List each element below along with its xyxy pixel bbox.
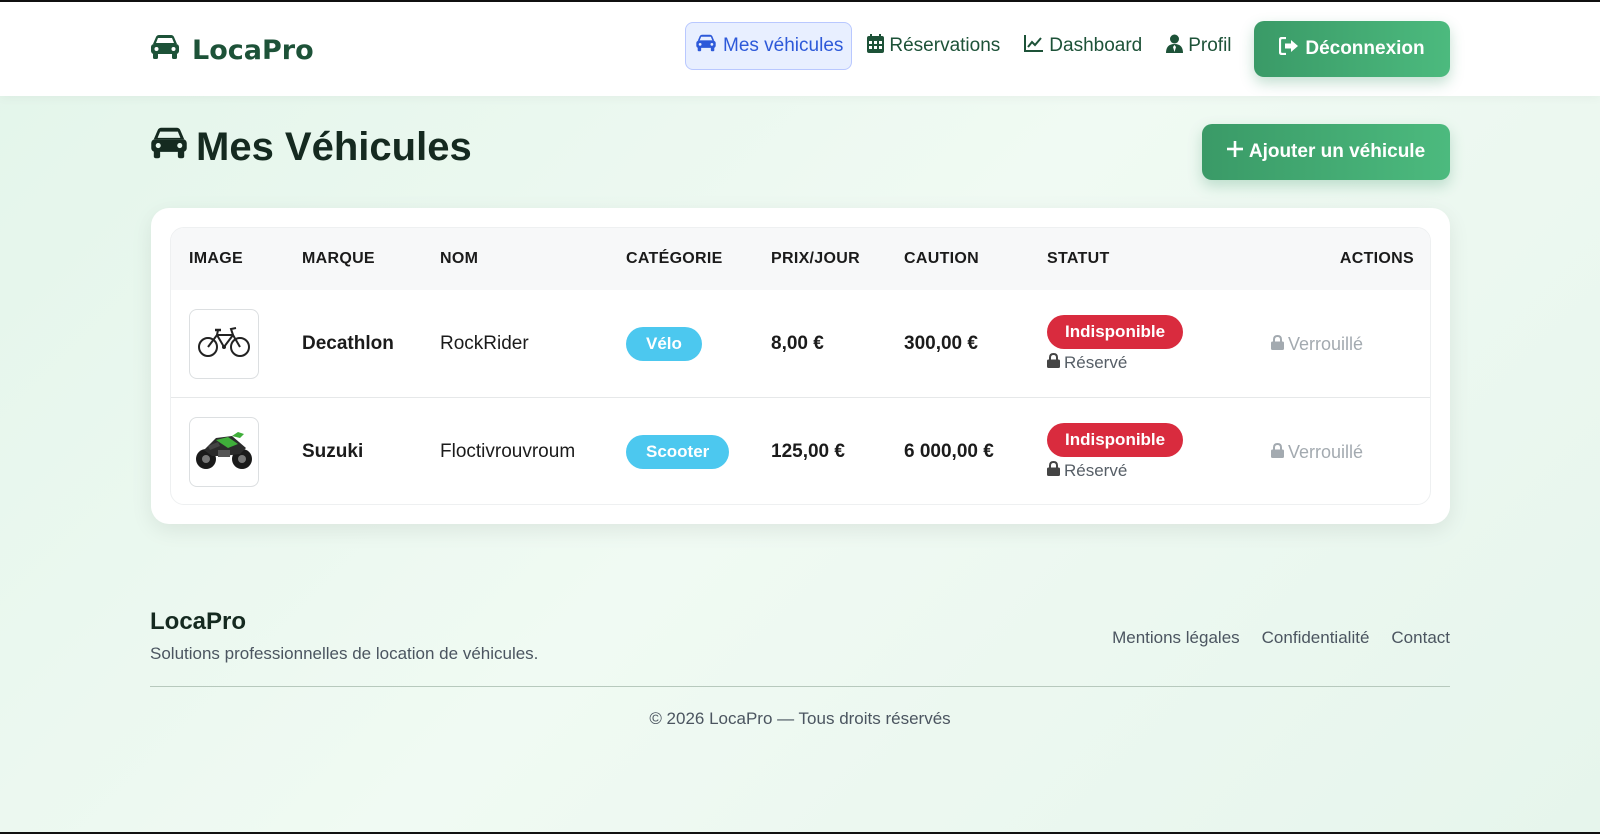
calendar-icon <box>867 33 885 59</box>
nav-item-label: Mes véhicules <box>723 35 844 56</box>
copyright: © 2026 LocaPro — Tous droits réservés <box>649 709 951 728</box>
bicycle-image <box>197 323 251 365</box>
nav-item-label: Dashboard <box>1049 35 1143 56</box>
vehicle-price: 8,00 € <box>771 333 824 354</box>
column-header-category: CATÉGORIE <box>626 250 723 267</box>
column-header-actions: ACTIONS <box>1339 250 1414 267</box>
brand-name: LocaPro <box>192 34 314 66</box>
column-header-image: IMAGE <box>189 250 243 267</box>
vehicles-table: IMAGE MARQUE NOM CATÉGORIE PRIX/JOUR CAU… <box>170 227 1431 505</box>
page-title-text: Mes Véhicules <box>196 124 472 169</box>
car-icon <box>150 34 180 67</box>
reserved-label: Réservé <box>1064 353 1128 372</box>
column-header-name: NOM <box>440 250 479 267</box>
lock-icon <box>1271 442 1284 463</box>
nav-item-label: Profil <box>1188 35 1232 56</box>
nav-item-profile[interactable]: Profil <box>1157 22 1240 70</box>
footer-links: Mentions légales Confidentialité Contact <box>1112 628 1450 648</box>
column-header-price: PRIX/JOUR <box>771 250 860 267</box>
add-vehicle-button[interactable]: Ajouter un véhicule <box>1202 124 1450 180</box>
vehicle-price: 125,00 € <box>771 441 845 462</box>
footer-link-legal[interactable]: Mentions légales <box>1112 628 1240 648</box>
car-icon <box>694 34 718 58</box>
locked-label: Verrouillé <box>1288 441 1364 462</box>
vehicle-brand: Decathlon <box>302 333 394 354</box>
page-title: Mes Véhicules <box>150 122 472 172</box>
car-icon <box>150 125 188 170</box>
navbar: LocaPro Mes véhicules Réservations Dashb… <box>0 2 1600 96</box>
locked-label: Verrouillé <box>1288 333 1364 354</box>
nav-item-reservations[interactable]: Réservations <box>858 22 1009 70</box>
nav-item-vehicles[interactable]: Mes véhicules <box>685 22 853 70</box>
vehicle-deposit: 300,00 € <box>904 333 978 354</box>
category-badge: Vélo <box>626 327 702 361</box>
locked-action[interactable]: Verrouillé <box>1271 334 1363 355</box>
lock-icon <box>1047 352 1060 373</box>
footer-link-privacy[interactable]: Confidentialité <box>1262 628 1370 648</box>
locked-action[interactable]: Verrouillé <box>1271 442 1363 463</box>
user-icon <box>1166 34 1184 59</box>
table-row: Suzuki Floctivrouvroum Scooter 125,00 € … <box>171 398 1430 504</box>
column-header-brand: MARQUE <box>302 250 375 267</box>
nav-item-label: Réservations <box>889 35 1001 56</box>
footer-link-contact[interactable]: Contact <box>1391 628 1450 648</box>
footer-brand: LocaPro <box>150 608 247 635</box>
reserved-label: Réservé <box>1064 461 1128 480</box>
vehicle-name: RockRider <box>440 333 529 354</box>
reserved-note: Réservé <box>1047 460 1128 481</box>
status-badge: Indisponible <box>1047 315 1184 349</box>
chart-line-icon <box>1024 34 1044 58</box>
brand-logo[interactable]: LocaPro <box>150 32 314 68</box>
table-header: IMAGE MARQUE NOM CATÉGORIE PRIX/JOUR CAU… <box>171 228 1430 290</box>
motorcycle-image <box>194 426 254 478</box>
status-badge: Indisponible <box>1047 423 1184 457</box>
category-badge: Scooter <box>626 435 730 469</box>
footer-tagline: Solutions professionnelles de location d… <box>150 644 539 663</box>
add-vehicle-label: Ajouter un véhicule <box>1248 141 1426 162</box>
logout-label: Déconnexion <box>1305 38 1425 59</box>
lock-icon <box>1271 334 1284 355</box>
nav-item-dashboard[interactable]: Dashboard <box>1015 22 1151 70</box>
vehicle-thumbnail <box>189 417 259 487</box>
sign-out-icon <box>1279 36 1299 61</box>
main-nav: Mes véhicules Réservations Dashboard Pro… <box>685 22 1247 70</box>
table-row: Decathlon RockRider Vélo 8,00 € 300,00 €… <box>171 290 1430 398</box>
column-header-deposit: CAUTION <box>904 250 979 267</box>
column-header-status: STATUT <box>1047 250 1110 267</box>
reserved-note: Réservé <box>1047 352 1128 373</box>
vehicle-brand: Suzuki <box>302 441 364 462</box>
footer-divider <box>150 686 1450 687</box>
vehicles-card: IMAGE MARQUE NOM CATÉGORIE PRIX/JOUR CAU… <box>151 208 1450 524</box>
vehicle-name: Floctivrouvroum <box>440 441 576 462</box>
plus-icon <box>1226 141 1243 163</box>
vehicle-thumbnail <box>189 309 259 379</box>
lock-icon <box>1047 460 1060 481</box>
vehicle-deposit: 6 000,00 € <box>904 441 994 462</box>
logout-button[interactable]: Déconnexion <box>1254 21 1450 77</box>
